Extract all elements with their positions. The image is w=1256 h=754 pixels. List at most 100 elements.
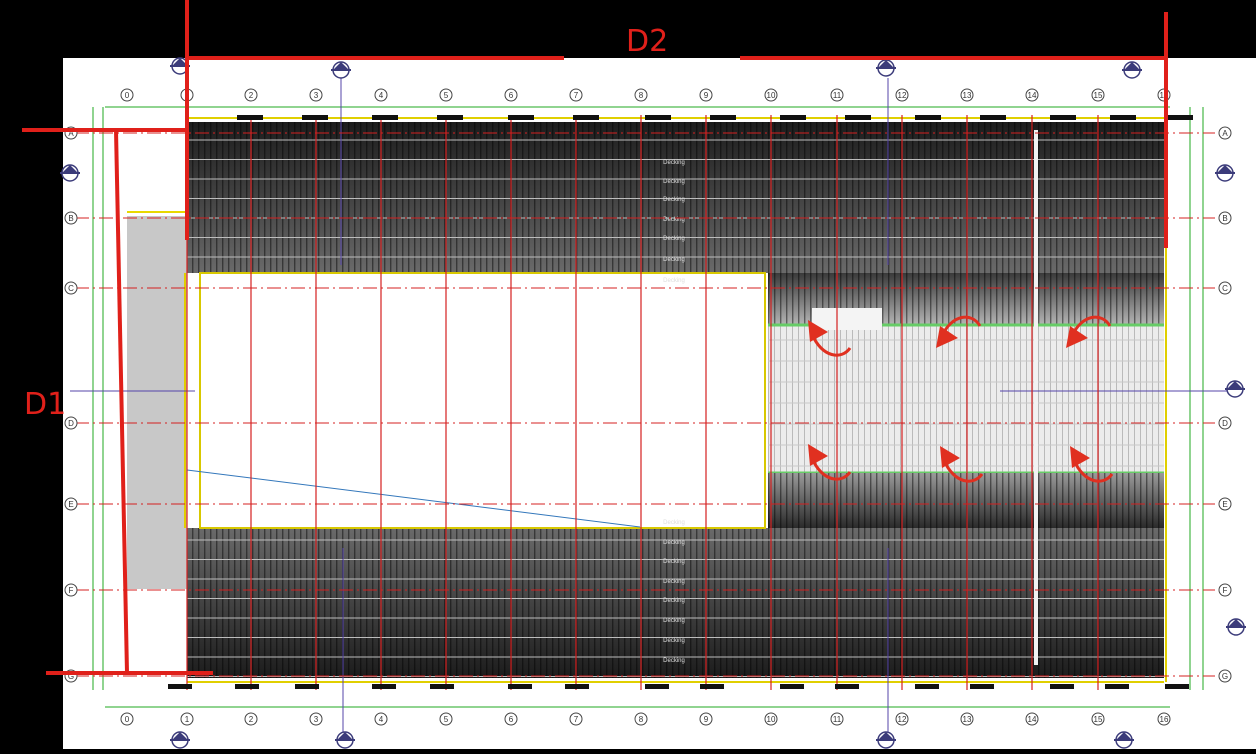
gutter-mark	[1165, 684, 1189, 689]
deck-tag: Decking	[663, 520, 685, 526]
gutter-mark	[437, 115, 463, 120]
deck-tag: Decking	[663, 197, 685, 203]
svg-text:13: 13	[963, 715, 972, 724]
svg-text:F: F	[1223, 586, 1228, 595]
gutter-mark	[700, 684, 724, 689]
svg-text:6: 6	[509, 91, 514, 100]
gutter-mark	[508, 115, 534, 120]
deck-tag: Decking	[663, 658, 685, 664]
column-bubble-5: 5	[439, 88, 453, 102]
svg-text:2: 2	[249, 715, 254, 724]
row-bubble-E: E	[1218, 497, 1232, 511]
row-bubble-B: B	[1218, 211, 1232, 225]
column-bubble-1: 1	[180, 712, 194, 726]
svg-text:9: 9	[704, 91, 709, 100]
row-bubble-D: D	[64, 416, 78, 430]
deck-tag: Decking	[663, 638, 685, 644]
column-bubble-0: 0	[120, 712, 134, 726]
column-bubble-3: 3	[309, 712, 323, 726]
svg-text:B: B	[68, 214, 73, 223]
svg-text:0: 0	[125, 91, 130, 100]
svg-text:G: G	[1222, 672, 1228, 681]
dimension-label-d2: D2	[626, 24, 669, 59]
column-bubble-10: 10	[764, 712, 778, 726]
column-bubble-0: 0	[120, 88, 134, 102]
gutter-mark	[372, 684, 396, 689]
gutter-mark	[1165, 115, 1193, 120]
drawing-stage: Decking Decking Decking Decking Decking Decki…	[0, 0, 1256, 749]
row-bubble-A: A	[1218, 126, 1232, 140]
column-bubble-14: 14	[1025, 88, 1039, 102]
gutter-mark	[508, 684, 532, 689]
row-bubble-C: C	[64, 281, 78, 295]
gutter-mark	[302, 115, 328, 120]
gutter-mark	[565, 684, 589, 689]
column-bubble-9: 9	[699, 712, 713, 726]
row-bubble-G: G	[1218, 669, 1232, 683]
column-bubble-6: 6	[504, 712, 518, 726]
row-bubble-D: D	[1218, 416, 1232, 430]
svg-text:8: 8	[639, 91, 644, 100]
deck-tag: Decking	[663, 540, 685, 546]
svg-text:5: 5	[444, 91, 449, 100]
column-bubble-5: 5	[439, 712, 453, 726]
column-bubble-2: 2	[244, 712, 258, 726]
column-bubble-13: 13	[960, 712, 974, 726]
column-bubble-3: 3	[309, 88, 323, 102]
row-bubble-F: F	[1218, 583, 1232, 597]
svg-text:C: C	[68, 284, 74, 293]
svg-text:7: 7	[574, 715, 579, 724]
svg-text:5: 5	[444, 715, 449, 724]
svg-text:E: E	[1222, 500, 1227, 509]
column-bubble-16: 16	[1157, 712, 1171, 726]
column-bubble-6: 6	[504, 88, 518, 102]
svg-text:16: 16	[1160, 715, 1169, 724]
deck-tag: Decking	[663, 559, 685, 565]
row-bubble-F: F	[64, 583, 78, 597]
deck-tag: Decking	[663, 579, 685, 585]
gutter-mark	[980, 115, 1006, 120]
deck-tag: Decking	[663, 179, 685, 185]
central-courtyard	[199, 272, 766, 529]
gutter-mark	[1110, 115, 1136, 120]
svg-text:D: D	[68, 419, 74, 428]
gutter-mark	[237, 115, 263, 120]
gutter-mark	[780, 115, 806, 120]
column-bubble-14: 14	[1025, 712, 1039, 726]
column-bubble-11: 11	[830, 88, 844, 102]
svg-text:7: 7	[574, 91, 579, 100]
column-bubble-8: 8	[634, 88, 648, 102]
svg-text:10: 10	[767, 715, 776, 724]
svg-text:11: 11	[833, 91, 842, 100]
gutter-mark	[1105, 684, 1129, 689]
svg-text:B: B	[1222, 214, 1227, 223]
east-light-zone	[768, 323, 1164, 475]
dimension-label-d1: D1	[24, 387, 67, 422]
gutter-mark	[835, 684, 859, 689]
svg-text:3: 3	[314, 91, 319, 100]
gutter-mark	[1050, 684, 1074, 689]
svg-text:D: D	[1222, 419, 1228, 428]
svg-text:A: A	[1222, 129, 1228, 138]
svg-text:12: 12	[898, 91, 907, 100]
column-bubble-7: 7	[569, 88, 583, 102]
gutter-mark	[845, 115, 871, 120]
svg-text:E: E	[68, 500, 73, 509]
column-bubble-8: 8	[634, 712, 648, 726]
gutter-mark	[168, 684, 192, 689]
gutter-mark	[915, 684, 939, 689]
svg-text:13: 13	[963, 91, 972, 100]
equipment-box	[812, 308, 882, 330]
column-bubble-4: 4	[374, 712, 388, 726]
svg-text:4: 4	[379, 91, 384, 100]
deck-tag: Decking	[663, 236, 685, 242]
column-bubble-15: 15	[1091, 88, 1105, 102]
svg-text:F: F	[69, 586, 74, 595]
svg-text:8: 8	[639, 715, 644, 724]
column-bubble-13: 13	[960, 88, 974, 102]
gutter-mark	[780, 684, 804, 689]
row-bubble-E: E	[64, 497, 78, 511]
column-bubble-4: 4	[374, 88, 388, 102]
gutter-mark	[1050, 115, 1076, 120]
gutter-mark	[710, 115, 736, 120]
